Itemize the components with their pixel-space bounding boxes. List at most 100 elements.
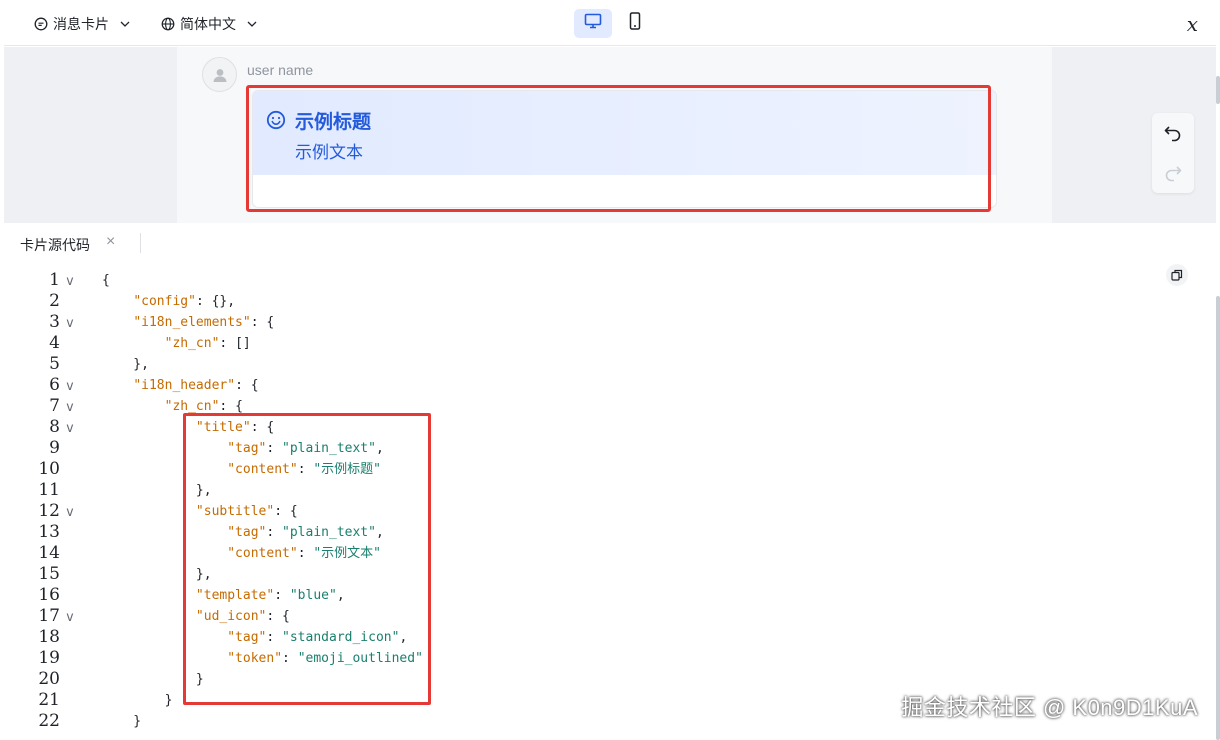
code-text: "template": "blue", [195, 588, 345, 603]
language-dropdown[interactable]: 简体中文 [161, 13, 258, 35]
code-line: 11 }, [0, 480, 1000, 501]
globe-icon [161, 17, 175, 31]
code-line: 6v "i18n_header": { [0, 375, 1000, 396]
line-number: 7 [49, 396, 60, 416]
line-number: 9 [49, 438, 60, 458]
code-line: 9 "tag": "plain_text", [0, 438, 1000, 459]
code-line: 12 v "subtitle": { [0, 501, 1000, 522]
line-number: 8 [49, 417, 60, 437]
message-card[interactable]: 示例标题 示例文本 [252, 90, 997, 208]
line-number: 15 [38, 564, 60, 584]
code-line: 19 "token": "emoji_outlined" [0, 648, 1000, 669]
code-line: 10 "content": "示例标题" [0, 459, 1000, 480]
line-number: 11 [38, 480, 60, 500]
line-number: 22 [38, 711, 60, 731]
code-line: 4 "zh_cn": [] [0, 333, 1000, 354]
redo-icon[interactable] [1162, 162, 1184, 184]
code-tab-bar: 卡片源代码 × [4, 223, 1216, 263]
formula-icon[interactable]: x [1187, 12, 1198, 36]
line-number: 17 [38, 606, 60, 626]
mobile-view-button[interactable] [616, 9, 654, 38]
top-toolbar: 消息卡片 简体中文 x [4, 0, 1216, 46]
user-icon [213, 68, 226, 82]
code-text: "i18n_elements": { [133, 315, 275, 330]
code-text: } [102, 672, 204, 687]
code-text: }, [102, 483, 212, 498]
code-text: "tag": "standard_icon", [227, 630, 408, 645]
code-line: 1 v { [0, 270, 1000, 291]
close-icon[interactable]: × [106, 233, 115, 251]
line-number: 10 [38, 459, 60, 479]
tab-divider [140, 233, 141, 253]
code-text: "content": "示例文本" [227, 546, 381, 561]
line-number: 21 [38, 690, 60, 710]
line-number: 18 [38, 627, 60, 647]
code-line: 7v "zh_cn": { [0, 396, 1000, 417]
fold-chevron-icon[interactable]: v [66, 313, 74, 334]
code-line: 8v "title": { [0, 417, 1000, 438]
code-line: 18 "tag": "standard_icon", [0, 627, 1000, 648]
line-number: 12 [38, 501, 60, 521]
code-line: 16 "template": "blue", [0, 585, 1000, 606]
line-number: 4 [49, 333, 60, 353]
chevron-down-icon [246, 18, 258, 30]
code-text: } [102, 693, 173, 708]
line-number: 2 [49, 291, 60, 311]
line-number: 6 [49, 375, 60, 395]
code-text: { [102, 273, 110, 288]
code-text: "content": "示例标题" [227, 462, 381, 477]
fold-chevron-icon[interactable]: v [66, 502, 74, 523]
line-number: 3 [49, 312, 60, 332]
fold-chevron-icon[interactable]: v [66, 376, 74, 397]
avatar [202, 57, 237, 92]
card-preview-area: user name 示例标题 示例文本 [4, 47, 1216, 223]
line-number: 5 [49, 354, 60, 374]
fold-chevron-icon[interactable]: v [66, 271, 74, 292]
code-text: "title": { [195, 420, 275, 435]
message-icon [34, 17, 48, 31]
card-subtitle: 示例文本 [295, 143, 363, 162]
code-line: 14 "content": "示例文本" [0, 543, 1000, 564]
username: user name [247, 62, 314, 78]
card-type-dropdown[interactable]: 消息卡片 [34, 13, 131, 35]
code-scrollbar[interactable] [1216, 296, 1220, 740]
desktop-icon [584, 13, 602, 34]
desktop-view-button[interactable] [574, 9, 612, 38]
fold-chevron-icon[interactable]: v [66, 397, 74, 418]
line-number: 20 [38, 669, 60, 689]
card-header: 示例标题 示例文本 [253, 91, 996, 175]
code-text: "tag": "plain_text", [227, 441, 384, 456]
preview-scrollbar[interactable] [1216, 76, 1220, 104]
line-number: 1 [49, 270, 60, 290]
code-line: 3v "i18n_elements": { [0, 312, 1000, 333]
card-type-label: 消息卡片 [53, 16, 109, 32]
code-text: "tag": "plain_text", [227, 525, 384, 540]
watermark: 掘金技术社区 @ K0n9D1KuA [901, 695, 1198, 720]
line-number: 19 [38, 648, 60, 668]
code-text: }, [102, 567, 212, 582]
code-line: 21 } [0, 690, 1000, 711]
mobile-icon [629, 12, 641, 35]
code-text: "i18n_header": { [133, 378, 259, 393]
code-text: "token": "emoji_outlined" [227, 651, 423, 666]
preview-canvas: user name 示例标题 示例文本 [177, 47, 1052, 223]
tab-card-source[interactable]: 卡片源代码 [20, 235, 90, 255]
fold-chevron-icon[interactable]: v [66, 418, 74, 439]
undo-icon[interactable] [1162, 122, 1184, 144]
code-text: "zh_cn": { [164, 399, 243, 414]
code-line: 2 "config": {}, [0, 291, 1000, 312]
code-text: "ud_icon": { [195, 609, 290, 624]
code-text: "config": {}, [133, 294, 236, 309]
fold-chevron-icon[interactable]: v [66, 607, 74, 628]
code-line: 17 v "ud_icon": { [0, 606, 1000, 627]
copy-icon [1171, 269, 1183, 281]
code-line: 13 "tag": "plain_text", [0, 522, 1000, 543]
code-line: 5 }, [0, 354, 1000, 375]
line-number: 14 [38, 543, 60, 563]
copy-button[interactable] [1166, 264, 1188, 286]
line-number: 16 [38, 585, 60, 605]
line-number: 13 [38, 522, 60, 542]
code-line: 22 } [0, 711, 1000, 732]
code-line: 15 }, [0, 564, 1000, 585]
code-line: 20 } [0, 669, 1000, 690]
